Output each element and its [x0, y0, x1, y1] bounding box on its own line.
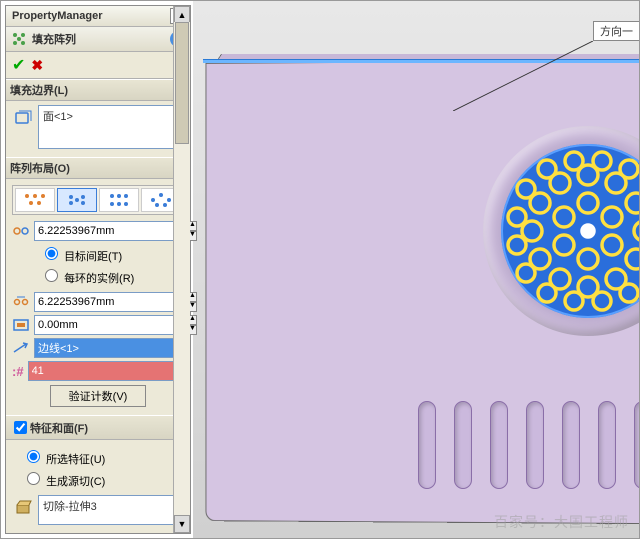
- scroll-thumb[interactable]: [175, 22, 189, 144]
- scroll-down-button[interactable]: ▼: [174, 515, 190, 533]
- slot[interactable]: [598, 401, 616, 489]
- direction-row: [12, 338, 184, 358]
- instance-count-input[interactable]: [28, 361, 178, 381]
- section-features-faces: 特征和面(F) ⌃ 所选特征(U) 生成源切(C) 切除-拉伸3: [6, 415, 190, 533]
- loop-spacing-row: ▲▼: [12, 221, 184, 241]
- boundary-selection-list[interactable]: 面<1>: [38, 105, 184, 149]
- feature-name: 填充阵列: [32, 31, 76, 47]
- section-header-layout[interactable]: 阵列布局(O) ⌃: [6, 158, 190, 179]
- radio-selected-features[interactable]: 所选特征(U): [22, 447, 184, 467]
- instance-spacing-row: ▲▼: [12, 292, 184, 312]
- list-item[interactable]: 切除-拉伸3: [43, 498, 179, 514]
- feature-header: 填充阵列 ?: [6, 27, 190, 52]
- slot[interactable]: [418, 401, 436, 489]
- section-title: 阵列布局(O): [10, 160, 178, 176]
- spacing-mode-group: 目标间距(T) 每环的实例(R): [40, 244, 184, 286]
- graphics-viewport[interactable]: 方向一 百家号：大国工程师: [193, 1, 639, 538]
- section-title: 填充边界(L): [10, 82, 178, 98]
- cancel-button[interactable]: ✖: [31, 57, 43, 74]
- panel-scrollbar[interactable]: ▲ ▼: [173, 6, 190, 533]
- verify-count-button[interactable]: 验证计数(V): [50, 385, 147, 407]
- scroll-track[interactable]: [174, 22, 190, 517]
- radio-target-spacing[interactable]: 目标间距(T): [40, 244, 184, 264]
- margin-icon: [12, 318, 30, 332]
- layout-type-group: [12, 185, 184, 215]
- slot[interactable]: [526, 401, 544, 489]
- vent-slots: [418, 401, 639, 489]
- model-3d[interactable]: 方向一: [193, 1, 639, 538]
- feature-select-icon[interactable]: [12, 495, 34, 521]
- face-select-icon[interactable]: [12, 105, 34, 131]
- fill-pattern-icon: [10, 30, 28, 48]
- loop-spacing-icon: [12, 224, 30, 238]
- margin-input[interactable]: [34, 315, 184, 335]
- watermark-text: 百家号：大国工程师: [494, 512, 629, 532]
- section-title: 特征和面(F): [30, 420, 178, 436]
- radio-instances-per-loop[interactable]: 每环的实例(R): [40, 266, 184, 286]
- confirm-bar: ✔ ✖: [6, 52, 190, 79]
- slot[interactable]: [634, 401, 639, 489]
- direction-callout[interactable]: 方向一: [593, 21, 639, 41]
- list-item[interactable]: 面<1>: [43, 108, 179, 124]
- radio-create-seed-cut[interactable]: 生成源切(C): [22, 469, 184, 489]
- layout-opt-circular[interactable]: [57, 188, 97, 212]
- margin-row: ▲▼: [12, 315, 184, 335]
- features-enable-checkbox[interactable]: [14, 421, 27, 434]
- section-fill-boundary: 填充边界(L) ⌃ 面<1>: [6, 79, 190, 157]
- highlighted-edge[interactable]: [203, 59, 639, 63]
- slot[interactable]: [490, 401, 508, 489]
- ok-button[interactable]: ✔: [12, 55, 25, 75]
- section-pattern-layout: 阵列布局(O) ⌃ ▲▼ 目标间距(T) 每环的实例(R): [6, 157, 190, 415]
- loop-spacing-input[interactable]: [34, 221, 184, 241]
- property-manager-panel: PropertyManager ▣ 填充阵列 ? ✔ ✖ 填充边界(L) ⌃ 面…: [5, 5, 191, 534]
- feature-source-group: 所选特征(U) 生成源切(C): [22, 447, 184, 489]
- direction-edge-input[interactable]: [34, 338, 184, 358]
- layout-opt-perforation[interactable]: [15, 188, 55, 212]
- pm-titlebar: PropertyManager ▣: [6, 6, 190, 27]
- slot[interactable]: [454, 401, 472, 489]
- instance-spacing-input[interactable]: [34, 292, 184, 312]
- instance-count-row: :# ▲▼: [12, 361, 184, 381]
- instance-spacing-icon: [12, 295, 30, 309]
- slot[interactable]: [562, 401, 580, 489]
- direction-icon: [12, 341, 30, 355]
- feature-selection-list[interactable]: 切除-拉伸3: [38, 495, 184, 525]
- section-header-boundary[interactable]: 填充边界(L) ⌃: [6, 80, 190, 101]
- count-hash-icon: :#: [12, 364, 24, 379]
- section-header-features[interactable]: 特征和面(F) ⌃: [6, 416, 190, 440]
- layout-opt-square[interactable]: [99, 188, 139, 212]
- pattern-holes-icon: [501, 144, 639, 318]
- fill-pattern-preview[interactable]: [501, 144, 639, 318]
- pm-title: PropertyManager: [12, 10, 168, 22]
